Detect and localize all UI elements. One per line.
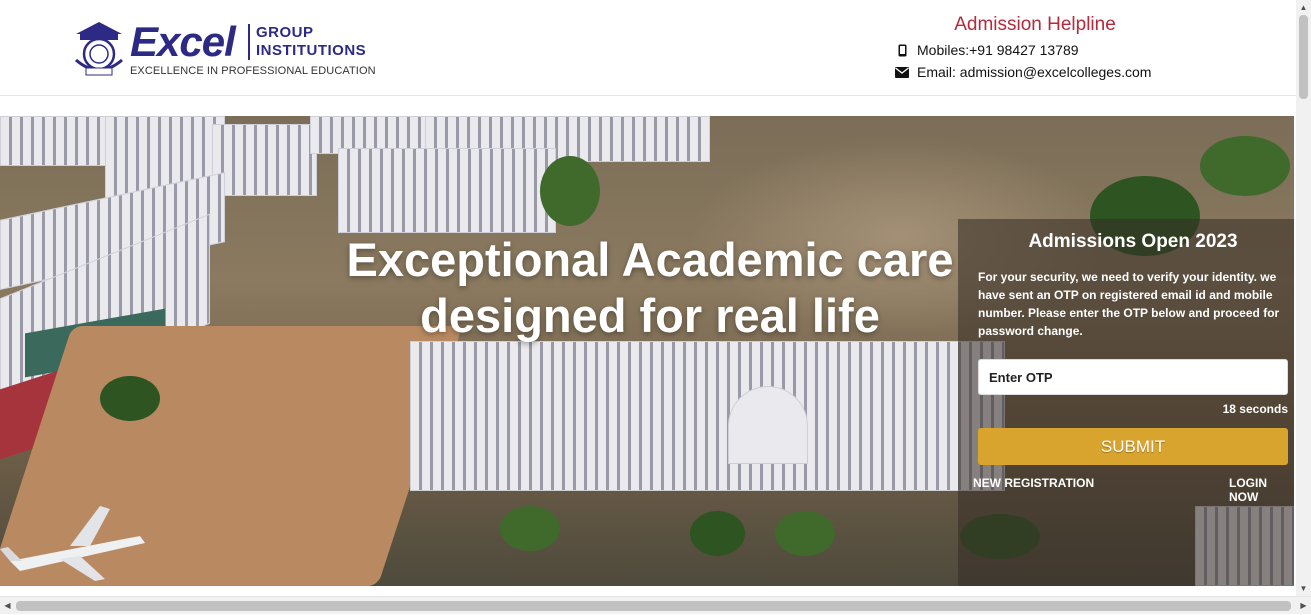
tree xyxy=(540,156,600,226)
helpline-mobile: Mobiles:+91 98427 13789 xyxy=(895,42,1175,58)
excel-logo[interactable]: Excel GROUP INSTITUTIONS EXCELLENCE IN P… xyxy=(70,18,380,80)
logo-tagline: EXCELLENCE IN PROFESSIONAL EDUCATION xyxy=(130,65,376,77)
tree xyxy=(100,376,160,421)
hero-banner: Exceptional Academic care designed for r… xyxy=(0,116,1294,586)
horizontal-scroll-thumb[interactable] xyxy=(16,601,1291,611)
otp-input[interactable] xyxy=(978,359,1288,395)
campus-building xyxy=(338,148,556,233)
site-header: Excel GROUP INSTITUTIONS EXCELLENCE IN P… xyxy=(0,0,1296,96)
helpline-email: Email: admission@excelcolleges.com xyxy=(895,64,1175,80)
logo-group-line1: GROUP xyxy=(256,24,314,41)
logo-group-line2: INSTITUTIONS xyxy=(256,42,367,59)
tree xyxy=(690,511,745,556)
helpline-mobile-text: Mobiles:+91 98427 13789 xyxy=(917,42,1079,58)
logo-group-text: GROUP INSTITUTIONS xyxy=(256,24,366,60)
logo-divider xyxy=(248,24,250,60)
header-gap xyxy=(0,96,1296,116)
logo-brand: Excel xyxy=(130,18,236,65)
submit-button[interactable]: SUBMIT xyxy=(978,428,1288,465)
horizontal-scrollbar[interactable]: ◀ ▶ xyxy=(0,596,1311,614)
otp-panel: Admissions Open 2023 For your security, … xyxy=(958,219,1294,586)
scroll-up-icon[interactable]: ▲ xyxy=(1296,0,1311,15)
panel-title: Admissions Open 2023 xyxy=(1028,231,1238,252)
scroll-left-icon[interactable]: ◀ xyxy=(0,597,15,615)
vertical-scroll-thumb[interactable] xyxy=(1299,15,1308,99)
hero-headline: Exceptional Academic care designed for r… xyxy=(346,233,954,342)
main-building-dome xyxy=(728,386,808,464)
campus-building xyxy=(0,116,120,166)
scroll-down-icon[interactable]: ▼ xyxy=(1296,581,1311,596)
admission-helpline: Admission Helpline Mobiles:+91 98427 137… xyxy=(895,14,1175,80)
vertical-scrollbar[interactable]: ▲ ▼ xyxy=(1296,0,1311,596)
envelope-icon xyxy=(895,65,909,79)
airplane-icon xyxy=(0,506,145,581)
tree xyxy=(1200,136,1290,196)
panel-message: For your security, we need to verify you… xyxy=(978,270,1280,338)
helpline-title: Admission Helpline xyxy=(954,14,1116,35)
login-now-link[interactable]: LOGIN NOW xyxy=(1229,476,1294,504)
tree xyxy=(500,506,560,551)
new-registration-link[interactable]: NEW REGISTRATION xyxy=(973,476,1094,490)
sret-seal-icon xyxy=(75,22,123,76)
otp-timer: 18 seconds xyxy=(1222,402,1288,416)
mobile-phone-icon xyxy=(895,43,909,57)
main-building xyxy=(410,341,1005,491)
helpline-email-text[interactable]: Email: admission@excelcolleges.com xyxy=(917,64,1151,80)
tree xyxy=(775,511,835,556)
scroll-right-icon[interactable]: ▶ xyxy=(1296,597,1311,615)
campus-building xyxy=(212,124,317,196)
